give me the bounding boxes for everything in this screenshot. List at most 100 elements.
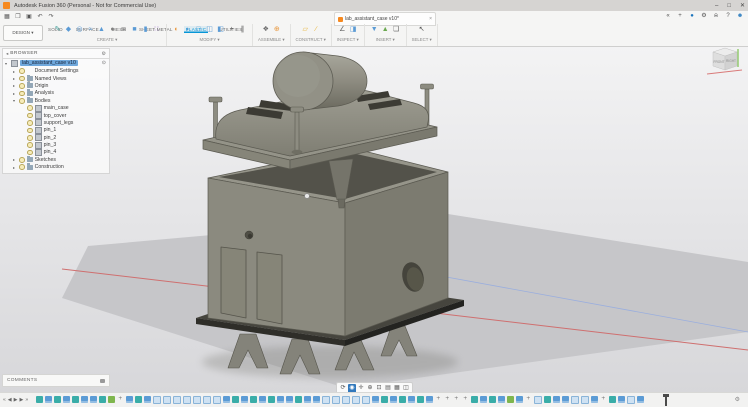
timeline-feature-icon[interactable] [498,396,505,403]
timeline-feature-icon[interactable] [453,396,460,403]
timeline-feature-icon[interactable] [108,396,115,403]
timeline-feature-icon[interactable] [408,396,415,403]
timeline-feature-icon[interactable] [507,396,514,403]
timeline-feature-icon[interactable] [581,396,589,404]
activate-component-icon[interactable]: ⊙ [102,60,106,66]
timeline-feature-icon[interactable] [193,396,201,404]
timeline-feature-icon[interactable] [342,396,350,404]
workspace-selector[interactable]: DESIGN ▾ [3,25,43,41]
timeline-feature-icon[interactable] [627,396,635,404]
view-cube[interactable]: FRONT RIGHT [704,46,746,80]
profile-avatar-icon[interactable]: ☻ [736,12,744,21]
browser-item[interactable]: support_legs [3,119,109,126]
box-primitive-icon[interactable]: ■ [130,25,139,35]
expand-arrow-icon[interactable]: ▸ [13,83,17,88]
timeline-feature-icon[interactable] [352,396,360,404]
timeline-feature-icon[interactable] [417,396,424,403]
timeline-feature-icon[interactable] [126,396,133,403]
timeline-feature-icon[interactable] [63,396,70,403]
expand-arrow-icon[interactable]: ▾ [5,61,9,66]
timeline-feature-icon[interactable] [390,396,397,403]
timeline-feature-icon[interactable] [72,396,79,403]
visibility-bulb-icon[interactable] [27,120,33,126]
revolve-icon[interactable]: ◎ [75,25,84,35]
timeline-feature-icon[interactable] [232,396,239,403]
sweep-icon[interactable]: ≈ [86,25,95,35]
section-analysis-icon[interactable]: ◨ [349,25,358,35]
timeline-feature-icon[interactable] [426,396,433,403]
timeline-feature-icon[interactable] [322,396,330,404]
browser-gear-icon[interactable]: ⚙ [102,51,106,57]
timeline-feature-icon[interactable] [525,396,532,403]
timeline-feature-icon[interactable] [553,396,560,403]
undo-icon[interactable]: ↶ [36,13,44,21]
timeline-feature-icon[interactable] [489,396,496,403]
cylinder-primitive-icon[interactable]: ▮ [141,25,150,35]
browser-item[interactable]: pin_4 [3,149,109,156]
align-icon[interactable]: ∥ [238,25,247,35]
data-panel-icon[interactable]: ▦ [3,13,11,21]
job-status-icon[interactable]: ● [688,12,696,21]
visibility-bulb-icon[interactable] [19,98,25,104]
go-to-start-icon[interactable]: « [3,396,6,404]
visibility-bulb-icon[interactable] [19,76,25,82]
timeline-feature-icon[interactable] [480,396,487,403]
timeline-feature-icon[interactable] [213,396,221,404]
expand-arrow-icon[interactable]: ▸ [13,76,17,81]
timeline-feature-icon[interactable] [399,396,406,403]
visibility-bulb-icon[interactable] [19,157,25,163]
timeline-feature-icon[interactable] [435,396,442,403]
timeline-feature-icon[interactable] [544,396,551,403]
minimize-button[interactable]: – [715,3,718,9]
timeline-feature-icon[interactable] [609,396,616,403]
save-icon[interactable]: ▣ [25,13,33,21]
timeline-feature-icon[interactable] [600,396,607,403]
timeline-feature-icon[interactable] [516,396,523,403]
browser-item[interactable]: pin_1 [3,127,109,134]
joint-icon[interactable]: ⊕ [272,25,281,35]
browser-item[interactable]: ▸ Sketches [3,156,109,163]
expand-arrow-icon[interactable]: ▸ [13,91,17,96]
redo-icon[interactable]: ↷ [47,13,55,21]
timeline-feature-icon[interactable] [571,396,579,404]
axis-icon[interactable]: ∕ [312,25,321,35]
close-tab-icon[interactable]: × [429,16,432,22]
timeline-feature-icon[interactable] [304,396,311,403]
new-component-icon[interactable]: ❖ [261,25,270,35]
timeline-feature-icon[interactable] [203,396,211,404]
visibility-bulb-icon[interactable] [27,150,33,156]
timeline-feature-icon[interactable] [618,396,625,403]
timeline-feature-icon[interactable] [295,396,302,403]
timeline-feature-icon[interactable] [223,396,230,403]
timeline-feature-icon[interactable] [173,396,181,404]
timeline-feature-icon[interactable] [462,396,469,403]
visibility-bulb-icon[interactable] [19,164,25,170]
timeline-feature-icon[interactable] [153,396,161,404]
play-icon[interactable]: ▶ [14,396,18,404]
browser-root-label[interactable]: lab_assistant_case v10 [20,60,78,66]
head-cylinder-body[interactable] [273,52,367,110]
visibility-bulb-icon[interactable] [27,135,33,141]
browser-item[interactable]: ▾ Bodies [3,97,109,104]
insert-mesh-icon[interactable]: ▲ [381,25,390,35]
timeline-feature-icon[interactable] [90,396,97,403]
browser-item[interactable]: top_cover [3,112,109,119]
timeline-feature-icon[interactable] [259,396,266,403]
timeline-feature-icon[interactable] [241,396,248,403]
group-label-insert[interactable]: INSERT ▾ [376,37,395,43]
extend-icon[interactable]: + [676,12,684,21]
timeline-feature-icon[interactable] [54,396,61,403]
timeline-settings-gear-icon[interactable]: ⚙ [735,396,740,404]
fillet-icon[interactable]: ◗ [183,25,192,35]
maximize-button[interactable]: □ [727,3,731,9]
group-label-modify[interactable]: MODIFY ▾ [200,37,220,43]
create-sketch-icon[interactable]: ✎ [53,25,62,35]
split-body-icon[interactable]: ◧ [216,25,225,35]
group-label-select[interactable]: SELECT ▾ [412,37,432,43]
timeline-feature-icon[interactable] [135,396,142,403]
origin-point[interactable] [305,194,310,199]
timeline-feature-icon[interactable] [81,396,88,403]
group-label-inspect[interactable]: INSPECT ▾ [337,37,359,43]
visibility-bulb-icon[interactable] [27,128,33,134]
timeline-playhead[interactable] [665,394,667,406]
